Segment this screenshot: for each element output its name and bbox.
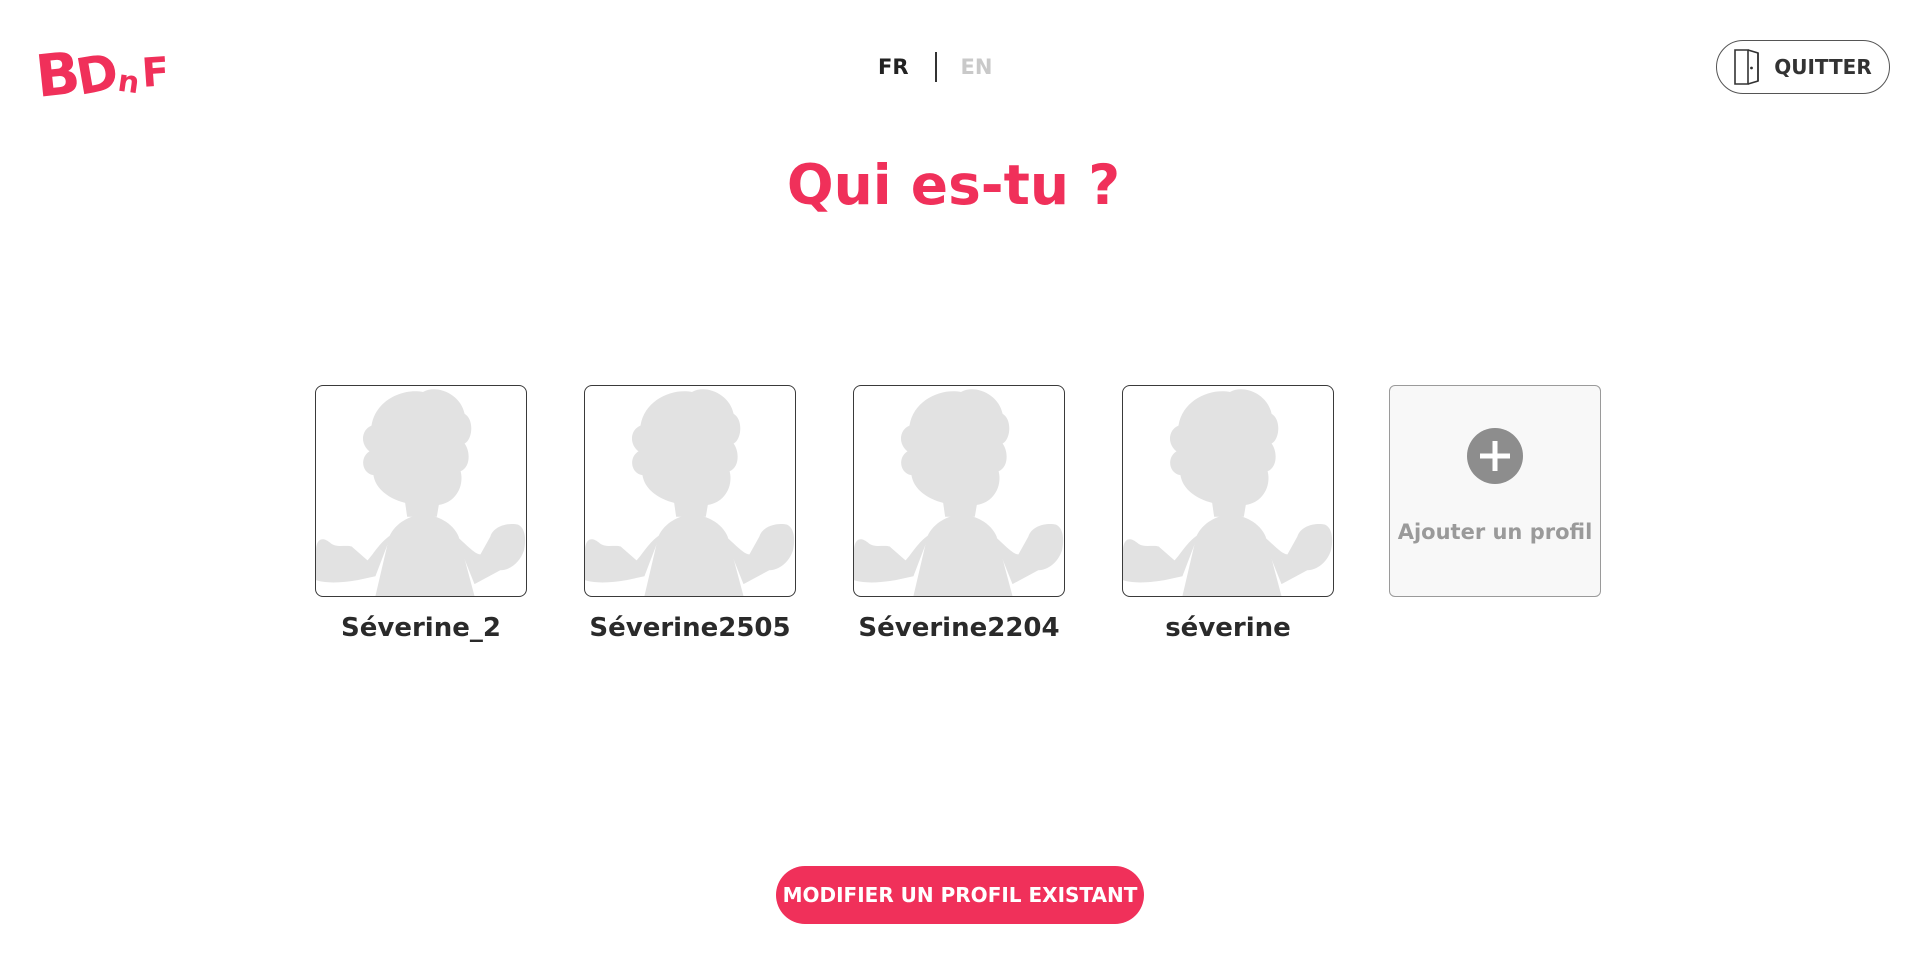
lang-separator <box>934 52 937 82</box>
profile-card[interactable]: Séverine_2 <box>315 385 527 643</box>
language-switch: FR EN <box>878 50 992 84</box>
profile-name: séverine <box>1165 613 1291 643</box>
quit-button[interactable]: QUITTER <box>1716 40 1890 94</box>
plus-icon <box>1467 428 1523 484</box>
child-silhouette-icon <box>316 389 526 596</box>
lang-en[interactable]: EN <box>961 55 993 79</box>
child-silhouette-icon <box>1123 389 1333 596</box>
add-profile-button[interactable]: Ajouter un profil <box>1389 385 1601 597</box>
child-silhouette-icon <box>585 389 795 596</box>
add-profile-label: Ajouter un profil <box>1397 520 1593 544</box>
profile-name: Séverine2204 <box>858 613 1060 643</box>
profile-avatar[interactable] <box>1122 385 1334 597</box>
profile-card[interactable]: Séverine2204 <box>853 385 1065 643</box>
child-silhouette-icon <box>854 389 1064 596</box>
bdnf-logo[interactable]: B D n F <box>34 36 176 102</box>
modify-profile-button[interactable]: MODIFIER UN PROFIL EXISTANT <box>776 866 1144 924</box>
quit-label: QUITTER <box>1774 55 1872 79</box>
profile-name: Séverine2505 <box>589 613 791 643</box>
profile-name: Séverine_2 <box>341 613 501 643</box>
logo-letter-d: D <box>72 42 123 102</box>
profile-avatar[interactable] <box>853 385 1065 597</box>
logo-letter-f: F <box>140 49 170 97</box>
profile-card[interactable]: Séverine2505 <box>584 385 796 643</box>
page-title: Qui es-tu ? <box>786 153 1121 217</box>
profile-card[interactable]: séverine <box>1122 385 1334 643</box>
profile-avatar[interactable] <box>584 385 796 597</box>
lang-fr[interactable]: FR <box>878 55 909 79</box>
profile-selection-page: B D n F FR EN QUITTER Qui es-tu ? Séveri… <box>0 0 1907 953</box>
profile-avatar[interactable] <box>315 385 527 597</box>
logo-letter-n: n <box>116 64 142 102</box>
door-icon <box>1734 49 1760 85</box>
